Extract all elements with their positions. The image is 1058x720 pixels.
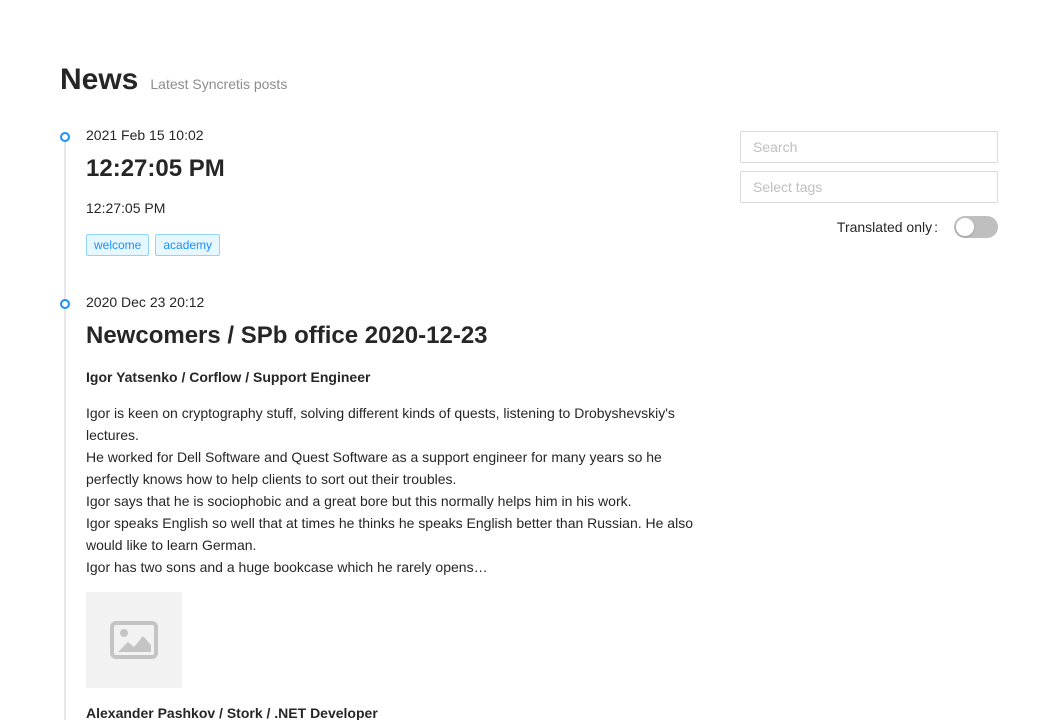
news-item: 2020 Dec 23 20:12 Newcomers / SPb office… [60, 293, 700, 720]
news-item: 2021 Feb 15 10:02 12:27:05 PM 12:27:05 P… [60, 126, 700, 293]
person-heading: Igor Yatsenko / Corflow / Support Engine… [86, 369, 371, 385]
image-placeholder-icon [110, 621, 158, 659]
post-title[interactable]: 12:27:05 PM [86, 153, 700, 185]
tag-academy[interactable]: academy [155, 234, 221, 256]
news-page: News Latest Syncretis posts 2021 Feb 15 … [0, 0, 1058, 720]
person-heading: Alexander Pashkov / Stork / .NET Develop… [86, 705, 378, 720]
page-subtitle: Latest Syncretis posts [150, 76, 288, 92]
translated-only-label: Translated only [836, 219, 933, 235]
post-tags: welcome academy [86, 234, 700, 256]
search-input[interactable] [740, 131, 998, 163]
post-paragraph: He worked for Dell Software and Quest So… [86, 449, 662, 487]
post-image[interactable] [86, 592, 182, 688]
post-date: 2021 Feb 15 10:02 [86, 127, 204, 143]
post-body: 12:27:05 PM [86, 200, 166, 216]
timeline-dot-icon [60, 299, 70, 309]
translated-only-switch[interactable] [954, 216, 998, 238]
post-paragraphs: Igor is keen on cryptography stuff, solv… [86, 402, 704, 578]
news-timeline: 2021 Feb 15 10:02 12:27:05 PM 12:27:05 P… [60, 126, 700, 720]
tags-select[interactable]: Select tags [740, 171, 998, 203]
timeline-dot-icon [60, 132, 70, 142]
tag-welcome[interactable]: welcome [86, 234, 150, 256]
page-header: News Latest Syncretis posts [60, 62, 287, 98]
switch-knob [956, 218, 974, 236]
page-title: News [60, 63, 139, 96]
filter-sidebar: Select tags Translated only : [740, 131, 998, 238]
post-paragraph: Igor is keen on cryptography stuff, solv… [86, 405, 675, 443]
post-paragraph: Igor has two sons and a huge bookcase wh… [86, 559, 488, 575]
post-title[interactable]: Newcomers / SPb office 2020-12-23 [86, 320, 700, 352]
post-date: 2020 Dec 23 20:12 [86, 294, 205, 310]
post-paragraph: Igor speaks English so well that at time… [86, 515, 693, 553]
post-paragraph: Igor says that he is sociophobic and a g… [86, 493, 632, 509]
translated-only-colon: : [934, 219, 938, 235]
translated-only-row: Translated only : [740, 216, 998, 238]
